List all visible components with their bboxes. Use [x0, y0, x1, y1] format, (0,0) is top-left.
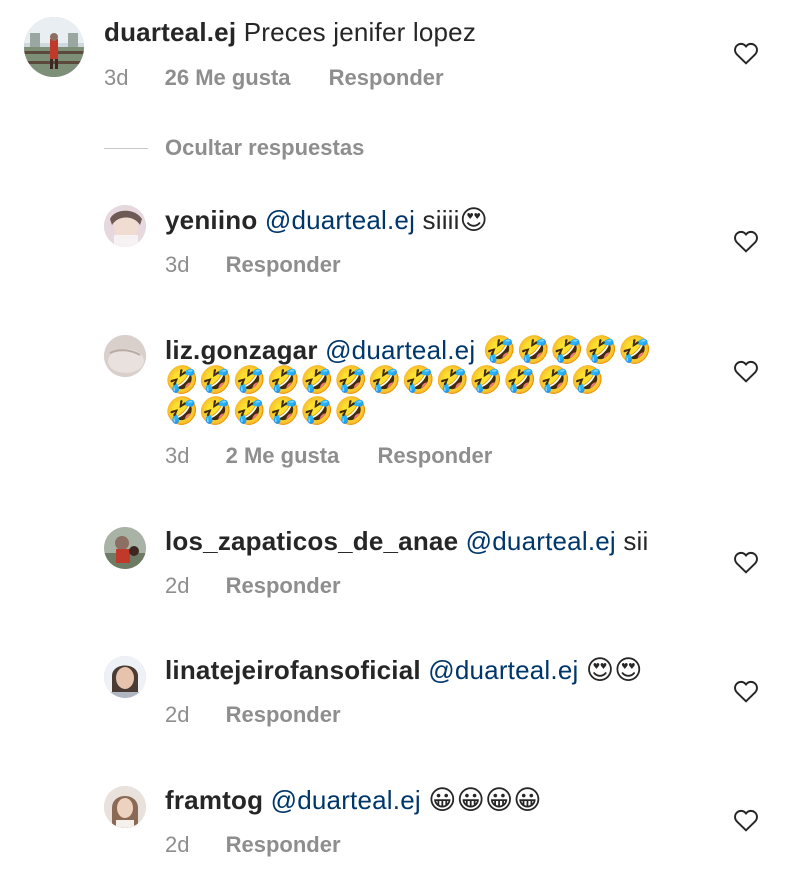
comment-username[interactable]: los_zapaticos_de_anae [165, 526, 458, 556]
avatar[interactable] [104, 205, 146, 247]
comment-emoji: 😀😀😀😀 [428, 785, 542, 815]
avatar[interactable] [104, 786, 146, 828]
reply-button[interactable]: Responder [226, 832, 341, 857]
comment-mention[interactable]: @duarteal.ej [265, 205, 415, 235]
heart-outline-icon[interactable] [733, 679, 759, 703]
comment-emoji: 😍 [459, 205, 488, 235]
reply-button[interactable]: Responder [226, 252, 341, 277]
avatar[interactable] [104, 527, 146, 569]
comment-username[interactable]: framtog [165, 785, 263, 815]
comment-line: yeniino @duarteal.ej siiii😍 [165, 204, 488, 236]
comment-emoji-line: 🤣🤣🤣🤣🤣🤣 [165, 396, 368, 426]
comment-emoji: 🤣🤣🤣🤣🤣 [482, 335, 652, 365]
comment-meta: 3d 26 Me gusta Responder [104, 64, 444, 92]
comment-meta: 3d Responder [165, 251, 341, 279]
comment-text: siiii [422, 205, 460, 235]
comment-mention[interactable]: @duarteal.ej [271, 785, 421, 815]
avatar[interactable] [24, 17, 84, 77]
comment-time: 2d [165, 573, 190, 598]
comment-line: duarteal.ej Preces jenifer lopez [104, 16, 476, 48]
comment-username[interactable]: duarteal.ej [104, 17, 236, 47]
comment-username[interactable]: liz.gonzagar [165, 335, 318, 365]
hide-replies-label: Ocultar respuestas [165, 135, 365, 160]
comment-time: 2d [165, 702, 190, 727]
comment-mention[interactable]: @duarteal.ej [428, 655, 578, 685]
comment-likes[interactable]: 2 Me gusta [226, 443, 340, 468]
hide-replies-divider [104, 147, 148, 149]
heart-outline-icon[interactable] [733, 550, 759, 574]
comment-line: liz.gonzagar @duarteal.ej 🤣🤣🤣🤣🤣 [165, 334, 652, 366]
avatar[interactable] [104, 335, 146, 377]
comment-meta: 2d Responder [165, 701, 341, 729]
hide-replies-button[interactable]: Ocultar respuestas [104, 134, 364, 162]
comment-time: 3d [104, 65, 129, 90]
comment-line: los_zapaticos_de_anae @duarteal.ej sii [165, 525, 648, 557]
heart-outline-icon[interactable] [733, 359, 759, 383]
comment-meta: 2d Responder [165, 572, 341, 600]
heart-outline-icon[interactable] [733, 229, 759, 253]
reply-button[interactable]: Responder [329, 65, 444, 90]
reply-button[interactable]: Responder [377, 443, 492, 468]
comment-time: 3d [165, 443, 190, 468]
comment-username[interactable]: yeniino [165, 205, 257, 235]
comment-text: Preces jenifer lopez [243, 17, 477, 47]
comment-mention[interactable]: @duarteal.ej [325, 335, 475, 365]
comment-emoji-line: 🤣🤣🤣🤣🤣🤣🤣🤣🤣🤣🤣🤣🤣 [165, 365, 605, 395]
heart-outline-icon[interactable] [733, 41, 759, 65]
comment-meta: 2d Responder [165, 831, 341, 859]
comment-time: 3d [165, 252, 190, 277]
reply-button[interactable]: Responder [226, 702, 341, 727]
comment-line: framtog @duarteal.ej 😀😀😀😀 [165, 784, 542, 816]
comment-meta: 3d 2 Me gusta Responder [165, 442, 492, 470]
comment-text: sii [623, 526, 649, 556]
comment-mention[interactable]: @duarteal.ej [466, 526, 616, 556]
heart-outline-icon[interactable] [733, 808, 759, 832]
comment-username[interactable]: linatejeirofansoficial [165, 655, 421, 685]
comment-likes[interactable]: 26 Me gusta [165, 65, 291, 90]
reply-button[interactable]: Responder [226, 573, 341, 598]
comment-emoji: 😍😍 [585, 655, 643, 685]
comment-time: 2d [165, 832, 190, 857]
avatar[interactable] [104, 656, 146, 698]
comment-line: linatejeirofansoficial @duarteal.ej 😍😍 [165, 654, 643, 686]
